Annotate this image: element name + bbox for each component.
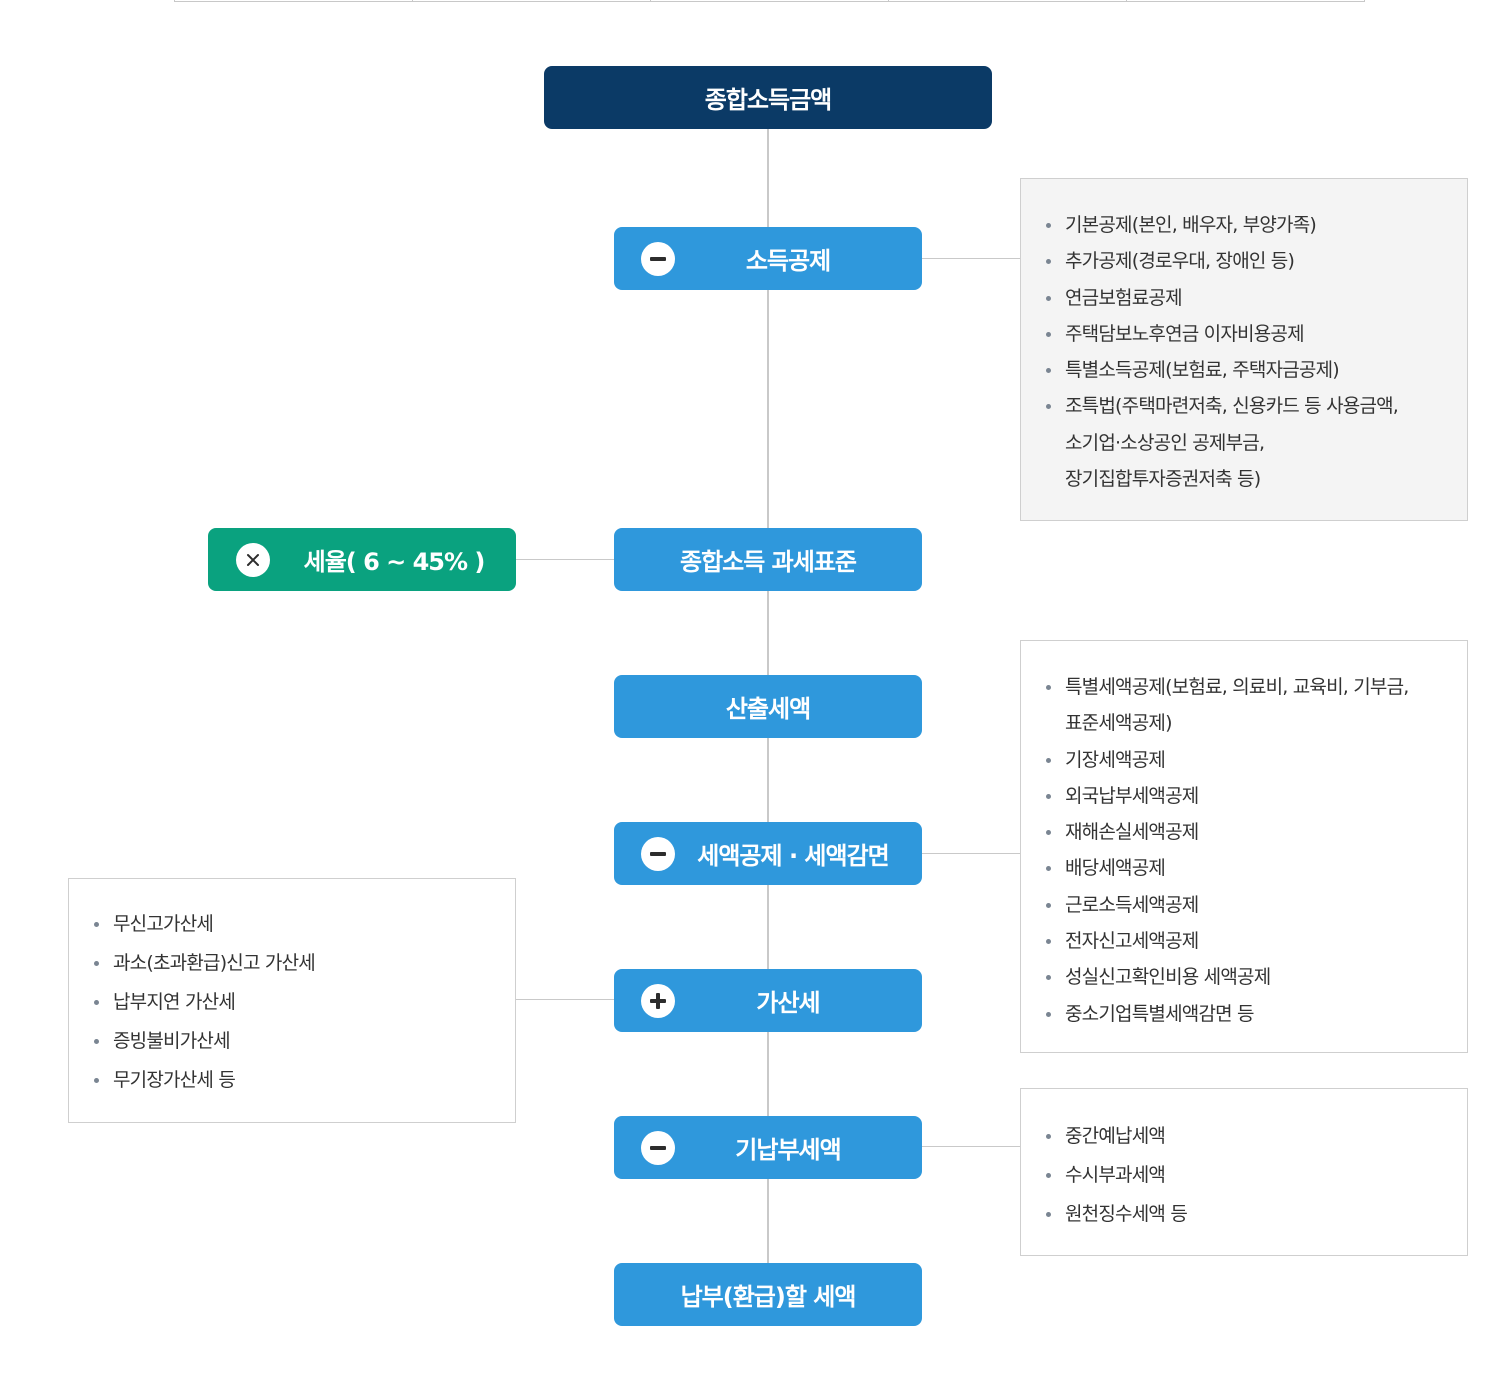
tax-base-node: 종합소득 과세표준 bbox=[614, 528, 922, 591]
node-label: 산출세액 bbox=[725, 695, 811, 723]
list-item: 납부지연 가산세 bbox=[91, 983, 495, 1022]
tax-credit-connector bbox=[921, 853, 1020, 854]
node-label: 소득공제 bbox=[745, 247, 831, 275]
node-label: 종합소득금액 bbox=[704, 86, 832, 114]
prepaid-tax-node: 기납부세액 bbox=[614, 1116, 922, 1179]
list-item-continuation: 소기업·소상공인 공제부금, bbox=[1065, 431, 1265, 454]
prepaid-tax-details: 중간예납세액 수시부과세액 원천징수세액 등 bbox=[1020, 1088, 1468, 1256]
node-label: 세액공제 · 세액감면 bbox=[697, 842, 889, 870]
list-item: 기본공제(본인, 배우자, 부양가족) bbox=[1043, 207, 1447, 243]
list-item: 연금보험료공제 bbox=[1043, 280, 1447, 316]
tax-credit-details: 특별세액공제(보험료, 의료비, 교육비, 기부금, 표준세액공제) 기장세액공… bbox=[1020, 640, 1468, 1053]
node-label: 기납부세액 bbox=[735, 1136, 841, 1164]
income-deduction-list: 기본공제(본인, 배우자, 부양가족) 추가공제(경로우대, 장애인 등) 연금… bbox=[1043, 207, 1447, 497]
list-item: 재해손실세액공제 bbox=[1043, 814, 1447, 850]
node-label: 가산세 bbox=[756, 989, 820, 1017]
node-label: 세율( 6 ~ 45% ) bbox=[303, 548, 486, 576]
total-income-node: 종합소득금액 bbox=[544, 66, 992, 129]
list-item: 전자신고세액공제 bbox=[1043, 923, 1447, 959]
list-item: 성실신고확인비용 세액공제 bbox=[1043, 959, 1447, 995]
list-item: 원천징수세액 등 bbox=[1043, 1195, 1447, 1234]
multiply-icon bbox=[236, 542, 270, 577]
additional-tax-details: 무신고가산세 과소(초과환급)신고 가산세 납부지연 가산세 증빙불비가산세 무… bbox=[68, 878, 516, 1123]
list-item: 근로소득세액공제 bbox=[1043, 887, 1447, 923]
income-deduction-connector bbox=[921, 258, 1020, 259]
list-item: 과소(초과환급)신고 가산세 bbox=[91, 944, 495, 983]
list-item: 외국납부세액공제 bbox=[1043, 778, 1447, 814]
minus-icon bbox=[641, 836, 675, 871]
additional-tax-list: 무신고가산세 과소(초과환급)신고 가산세 납부지연 가산세 증빙불비가산세 무… bbox=[91, 905, 495, 1100]
tax-credit-node: 세액공제 · 세액감면 bbox=[614, 822, 922, 885]
payable-tax-node: 납부(환급)할 세액 bbox=[614, 1263, 922, 1326]
tax-rate-connector bbox=[515, 559, 614, 560]
table-cell bbox=[175, 0, 413, 1]
table-cell bbox=[889, 0, 1127, 1]
list-item: 중소기업특별세액감면 등 bbox=[1043, 996, 1447, 1032]
node-label: 납부(환급)할 세액 bbox=[680, 1283, 857, 1311]
list-item: 추가공제(경로우대, 장애인 등) bbox=[1043, 243, 1447, 279]
tax-credit-list: 특별세액공제(보험료, 의료비, 교육비, 기부금, 표준세액공제) 기장세액공… bbox=[1043, 669, 1447, 1032]
list-item: 중간예납세액 bbox=[1043, 1117, 1447, 1156]
prepaid-tax-connector bbox=[921, 1146, 1020, 1147]
list-item: 배당세액공제 bbox=[1043, 850, 1447, 886]
calculated-tax-node: 산출세액 bbox=[614, 675, 922, 738]
minus-icon bbox=[641, 241, 675, 276]
list-item: 기장세액공제 bbox=[1043, 742, 1447, 778]
list-item: 무신고가산세 bbox=[91, 905, 495, 944]
prepaid-tax-list: 중간예납세액 수시부과세액 원천징수세액 등 bbox=[1043, 1117, 1447, 1234]
tax-rate-node: 세율( 6 ~ 45% ) bbox=[208, 528, 516, 591]
list-item-continuation: 표준세액공제) bbox=[1065, 712, 1173, 735]
list-item: 특별소득공제(보험료, 주택자금공제) bbox=[1043, 352, 1447, 388]
table-cell bbox=[1127, 0, 1364, 1]
node-label: 종합소득 과세표준 bbox=[680, 548, 857, 576]
list-item: 주택담보노후연금 이자비용공제 bbox=[1043, 316, 1447, 352]
additional-tax-node: 가산세 bbox=[614, 969, 922, 1032]
list-item: 증빙불비가산세 bbox=[91, 1022, 495, 1061]
list-item: 특별세액공제(보험료, 의료비, 교육비, 기부금, bbox=[1043, 669, 1447, 705]
list-item: 수시부과세액 bbox=[1043, 1156, 1447, 1195]
income-deduction-details: 기본공제(본인, 배우자, 부양가족) 추가공제(경로우대, 장애인 등) 연금… bbox=[1020, 178, 1468, 521]
list-item: 무기장가산세 등 bbox=[91, 1061, 495, 1100]
income-deduction-node: 소득공제 bbox=[614, 227, 922, 290]
table-cell bbox=[413, 0, 651, 1]
table-cell bbox=[651, 0, 889, 1]
minus-icon bbox=[641, 1130, 675, 1165]
plus-icon bbox=[641, 983, 675, 1018]
additional-tax-connector bbox=[515, 999, 614, 1000]
list-item-continuation: 장기집합투자증권저축 등) bbox=[1065, 468, 1261, 491]
list-item: 조특법(주택마련저축, 신용카드 등 사용금액, bbox=[1043, 388, 1447, 424]
top-table-fragment bbox=[174, 0, 1365, 2]
